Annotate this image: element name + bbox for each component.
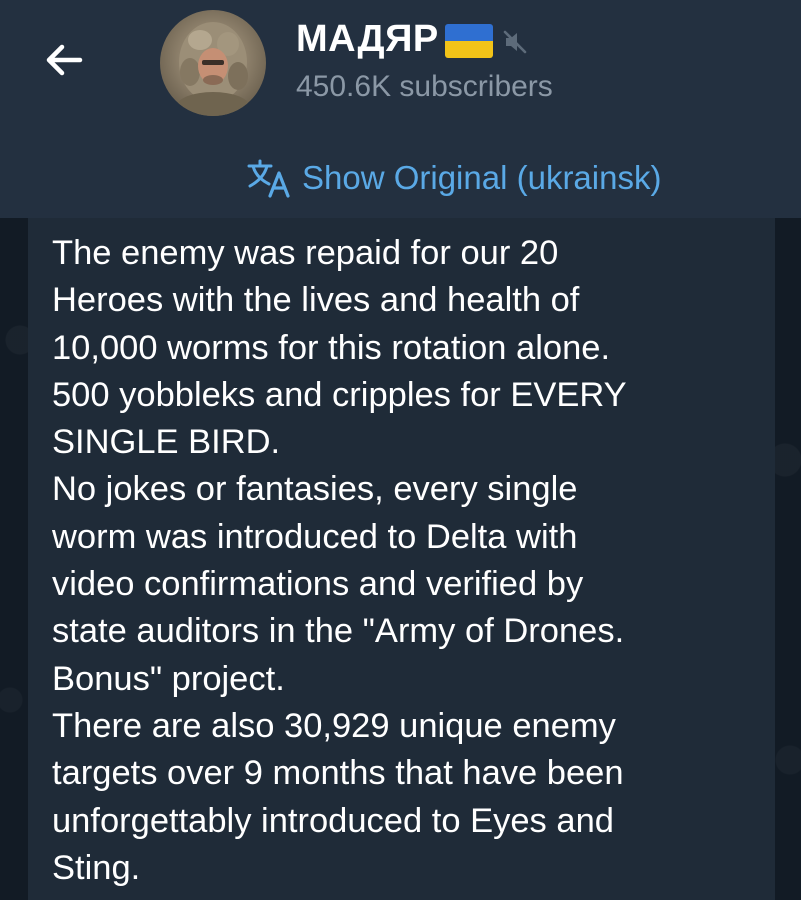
channel-header: МАДЯР 450.6K subscribers Show Original (… [0, 0, 801, 218]
ukraine-flag-icon [444, 24, 493, 58]
arrow-left-icon [46, 44, 83, 76]
message-bubble[interactable]: The enemy was repaid for our 20 Heroes w… [28, 218, 775, 900]
channel-avatar[interactable] [160, 10, 266, 116]
show-original-label: Show Original (ukrainsk) [302, 159, 662, 196]
back-button[interactable] [40, 36, 88, 84]
channel-title-row[interactable]: МАДЯР [296, 14, 529, 64]
message-text: The enemy was repaid for our 20 Heroes w… [52, 234, 627, 887]
avatar-image [177, 22, 249, 116]
channel-name: МАДЯР [296, 18, 439, 60]
subscriber-count: 450.6K subscribers [296, 70, 553, 103]
muted-speaker-icon [503, 30, 527, 54]
translate-icon [247, 159, 290, 198]
show-original-button[interactable]: Show Original (ukrainsk) [246, 156, 661, 200]
